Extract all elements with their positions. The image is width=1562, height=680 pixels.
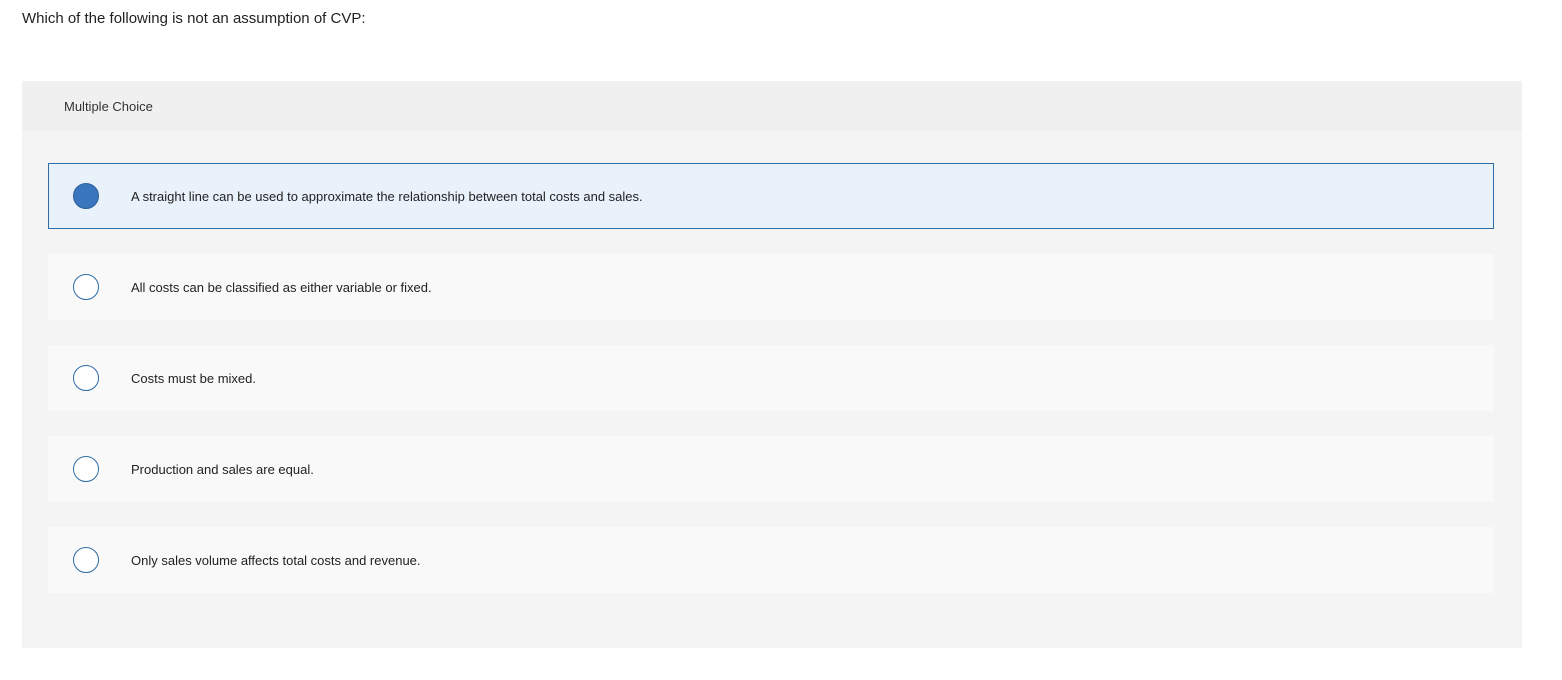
radio-unselected-icon[interactable] xyxy=(73,547,99,573)
choice-label: A straight line can be used to approxima… xyxy=(131,188,643,204)
question-text: Which of the following is not an assumpt… xyxy=(22,10,366,27)
choice-label: Production and sales are equal. xyxy=(131,461,314,477)
choice-option-3[interactable]: Costs must be mixed. xyxy=(48,345,1494,411)
radio-unselected-icon[interactable] xyxy=(73,274,99,300)
choice-label: Only sales volume affects total costs an… xyxy=(131,552,421,568)
radio-unselected-icon[interactable] xyxy=(73,456,99,482)
panel-header-label: Multiple Choice xyxy=(64,98,153,114)
multiple-choice-panel: Multiple Choice A straight line can be u… xyxy=(22,81,1522,648)
choice-option-4[interactable]: Production and sales are equal. xyxy=(48,436,1494,502)
radio-selected-icon[interactable] xyxy=(73,183,99,209)
choice-option-1[interactable]: A straight line can be used to approxima… xyxy=(48,163,1494,229)
panel-header: Multiple Choice xyxy=(22,81,1522,131)
radio-unselected-icon[interactable] xyxy=(73,365,99,391)
choice-option-2[interactable]: All costs can be classified as either va… xyxy=(48,254,1494,320)
choice-label: All costs can be classified as either va… xyxy=(131,279,432,295)
choice-option-5[interactable]: Only sales volume affects total costs an… xyxy=(48,527,1494,593)
choice-label: Costs must be mixed. xyxy=(131,370,256,386)
